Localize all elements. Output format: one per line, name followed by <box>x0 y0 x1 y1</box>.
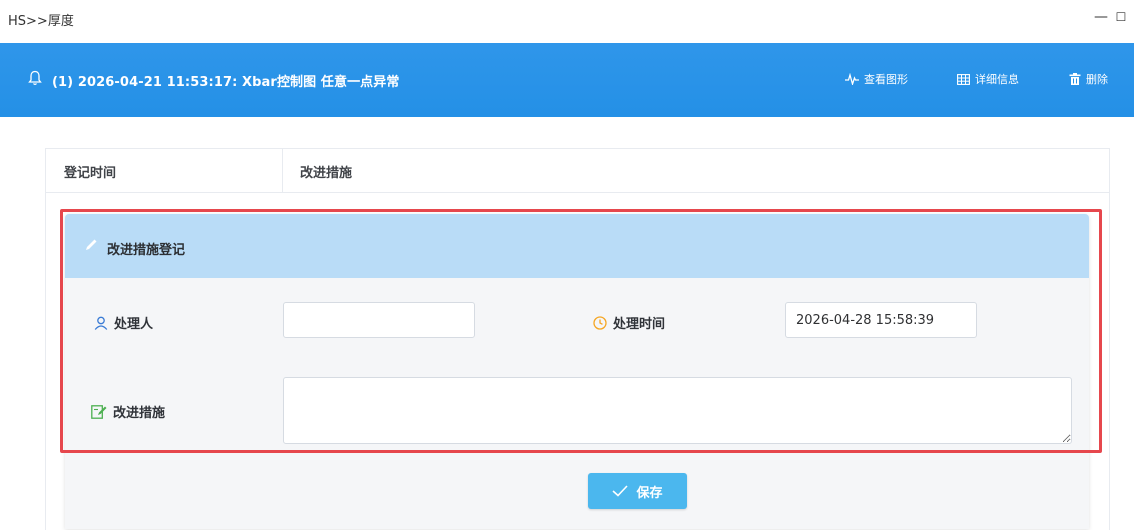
handler-label: 处理人 <box>114 317 154 332</box>
time-input[interactable] <box>785 302 977 338</box>
table-header: 登记时间 改进措施 <box>46 149 1109 193</box>
time-label: 处理时间 <box>613 317 666 332</box>
form-title: 改进措施登记 <box>107 243 186 258</box>
check-icon <box>612 485 629 497</box>
handler-label-group: 处理人 <box>94 313 153 332</box>
alarm-banner: (1) 2026-04-21 11:53:17: Xbar控制图 任意一点异常 … <box>0 43 1134 117</box>
column-header-register-time[interactable]: 登记时间 <box>64 162 116 181</box>
handler-input[interactable] <box>283 302 475 338</box>
measure-textarea[interactable] <box>283 377 1072 444</box>
details-button[interactable]: 详细信息 <box>957 71 1019 87</box>
measure-label-group: 改进措施 <box>91 402 165 421</box>
measure-label: 改进措施 <box>113 406 166 421</box>
view-chart-label: 查看图形 <box>864 73 908 86</box>
chart-icon <box>845 73 859 85</box>
user-icon <box>94 316 108 330</box>
save-button[interactable]: 保存 <box>588 473 687 509</box>
column-divider <box>282 149 283 192</box>
table-icon <box>957 73 970 85</box>
edit-note-icon <box>91 404 107 419</box>
alarm-message: (1) 2026-04-21 11:53:17: Xbar控制图 任意一点异常 <box>52 75 400 90</box>
delete-button[interactable]: 删除 <box>1069 71 1108 87</box>
time-label-group: 处理时间 <box>593 313 665 332</box>
clock-icon <box>593 315 607 330</box>
view-chart-button[interactable]: 查看图形 <box>845 71 908 87</box>
bell-icon <box>28 70 42 86</box>
pencil-icon <box>86 239 97 250</box>
column-header-measures[interactable]: 改进措施 <box>300 162 352 181</box>
trash-icon <box>1069 73 1081 85</box>
measure-form-panel: 改进措施登记 <box>65 214 1089 529</box>
details-label: 详细信息 <box>975 73 1019 86</box>
delete-label: 删除 <box>1086 73 1108 86</box>
window-titlebar: HS>>厚度 — ☐ <box>0 0 1134 40</box>
form-panel-header: 改进措施登记 <box>65 214 1089 278</box>
save-label: 保存 <box>636 485 663 501</box>
window-title: HS>>厚度 <box>8 14 74 29</box>
minimize-button[interactable]: — <box>1092 8 1110 26</box>
maximize-button[interactable]: ☐ <box>1112 8 1130 26</box>
